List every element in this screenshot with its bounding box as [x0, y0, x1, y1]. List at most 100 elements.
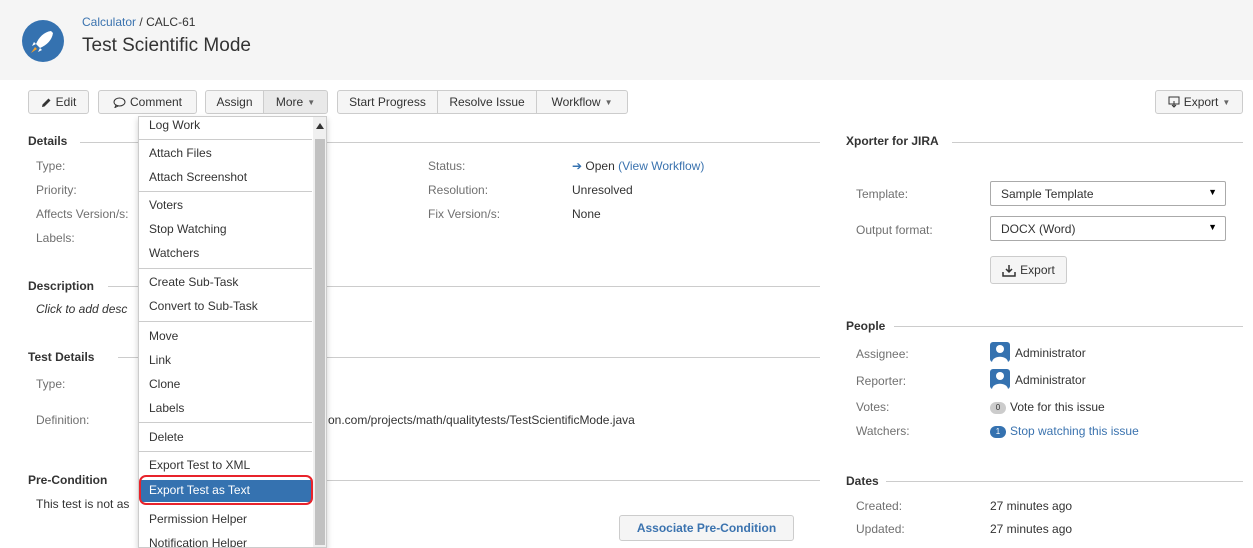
menu-item-attach-screenshot[interactable]: Attach Screenshot — [149, 170, 247, 184]
view-workflow-link[interactable]: (View Workflow) — [618, 159, 704, 173]
output-format-value: DOCX (Word) — [1001, 221, 1076, 236]
menu-separator — [139, 268, 312, 269]
menu-item-link[interactable]: Link — [149, 353, 171, 367]
updated-label: Updated: — [856, 522, 905, 536]
people-divider — [894, 326, 1243, 327]
user-avatar-icon — [992, 345, 1008, 362]
download-icon — [1002, 264, 1016, 277]
breadcrumb-issue-key[interactable]: CALC-61 — [146, 15, 195, 29]
dropdown-arrow-icon: ▼ — [1208, 187, 1217, 197]
menu-item-stop-watching[interactable]: Stop Watching — [149, 222, 227, 236]
rocket-icon — [31, 31, 53, 53]
assignee-label: Assignee: — [856, 347, 909, 361]
updated-value: 27 minutes ago — [990, 522, 1073, 536]
more-button[interactable]: More ▼ — [263, 90, 328, 114]
output-format-select[interactable]: DOCX (Word) ▼ — [990, 216, 1226, 241]
menu-item-clone[interactable]: Clone — [149, 377, 180, 391]
edit-label: Edit — [55, 95, 77, 109]
user-avatar-icon — [992, 372, 1008, 389]
watchers-count-badge: 1 — [990, 425, 1006, 438]
menu-item-delete[interactable]: Delete — [149, 430, 184, 444]
assign-button[interactable]: Assign — [205, 90, 264, 114]
assignee-value[interactable]: Administrator — [1015, 346, 1086, 360]
status-arrow-icon: ➔ — [572, 159, 583, 173]
menu-item-permission-helper[interactable]: Permission Helper — [149, 512, 247, 526]
page-title[interactable]: Test Scientific Mode — [82, 35, 251, 57]
resolve-issue-label: Resolve Issue — [449, 95, 525, 109]
votes-label: Votes: — [856, 400, 890, 414]
breadcrumb-separator: / — [139, 15, 143, 29]
assign-label: Assign — [216, 95, 253, 109]
edit-button[interactable]: Edit — [28, 90, 89, 114]
pencil-icon — [41, 98, 51, 107]
resolution-label: Resolution: — [428, 183, 489, 197]
dates-divider — [886, 481, 1243, 482]
reporter-label: Reporter: — [856, 374, 907, 388]
menu-item-log-work[interactable]: Log Work — [149, 118, 200, 132]
labels-label: Labels: — [36, 231, 75, 245]
description-heading: Description — [28, 279, 95, 293]
issue-header: Calculator / CALC-61 Test Scientific Mod… — [0, 0, 1253, 80]
export-icon — [1168, 96, 1180, 108]
fix-version-value: None — [572, 207, 601, 221]
test-type-label: Type: — [36, 377, 66, 391]
more-label: More — [275, 95, 304, 109]
status-value: ➔ Open (View Workflow) — [572, 159, 704, 173]
menu-item-labels[interactable]: Labels — [149, 401, 184, 415]
menu-item-export-test-xml[interactable]: Export Test to XML — [149, 458, 250, 472]
votes-count-badge: 0 — [990, 401, 1006, 414]
menu-separator — [139, 422, 312, 423]
precondition-heading: Pre-Condition — [28, 473, 108, 487]
priority-label: Priority: — [36, 183, 77, 197]
start-progress-label: Start Progress — [349, 95, 426, 109]
vote-link[interactable]: Vote for this issue — [1010, 400, 1105, 414]
menu-item-notification-helper[interactable]: Notification Helper — [149, 536, 247, 547]
xporter-export-button[interactable]: Export — [990, 256, 1067, 284]
resolve-issue-button[interactable]: Resolve Issue — [437, 90, 537, 114]
breadcrumb: Calculator / CALC-61 — [82, 15, 195, 29]
menu-item-move[interactable]: Move — [149, 329, 178, 343]
menu-item-attach-files[interactable]: Attach Files — [149, 146, 212, 160]
type-label: Type: — [36, 159, 66, 173]
menu-item-voters[interactable]: Voters — [149, 198, 183, 212]
menu-separator — [139, 321, 312, 322]
description-placeholder[interactable]: Click to add desc — [36, 302, 127, 316]
menu-item-create-subtask[interactable]: Create Sub-Task — [149, 275, 238, 289]
created-label: Created: — [856, 499, 903, 513]
associate-precondition-button[interactable]: Associate Pre-Condition — [619, 515, 794, 541]
menu-item-watchers[interactable]: Watchers — [149, 246, 199, 260]
project-avatar[interactable] — [22, 20, 64, 62]
test-details-heading: Test Details — [28, 350, 95, 364]
template-select[interactable]: Sample Template ▼ — [990, 181, 1226, 206]
chevron-down-icon: ▼ — [1222, 97, 1231, 107]
menu-item-convert-to-subtask[interactable]: Convert to Sub-Task — [149, 299, 258, 313]
menu-scrollbar[interactable] — [313, 117, 326, 547]
comment-button[interactable]: Comment — [98, 90, 197, 114]
menu-separator — [139, 451, 312, 452]
scroll-up-arrow-icon[interactable] — [316, 123, 324, 129]
export-button[interactable]: Export ▼ — [1155, 90, 1243, 114]
reporter-avatar — [990, 369, 1010, 389]
menu-separator — [139, 139, 312, 140]
speech-bubble-icon — [113, 97, 126, 108]
workflow-button[interactable]: Workflow ▼ — [536, 90, 628, 114]
status-text: Open — [585, 159, 615, 173]
precondition-text: This test is not as — [36, 497, 130, 511]
template-value: Sample Template — [1001, 186, 1094, 201]
created-value: 27 minutes ago — [990, 499, 1073, 513]
assignee-avatar — [990, 342, 1010, 362]
highlight-annotation-ring — [139, 475, 313, 505]
fix-version-label: Fix Version/s: — [428, 207, 501, 221]
details-heading: Details — [28, 134, 68, 148]
reporter-value[interactable]: Administrator — [1015, 373, 1086, 387]
comment-label: Comment — [129, 95, 182, 109]
stop-watching-link[interactable]: Stop watching this issue — [1010, 424, 1139, 438]
watchers-label: Watchers: — [856, 424, 910, 438]
people-heading: People — [846, 319, 886, 333]
menu-scrollbar-thumb[interactable] — [315, 139, 325, 545]
menu-separator — [139, 191, 312, 192]
votes-value: 0 Vote for this issue — [990, 400, 1105, 414]
start-progress-button[interactable]: Start Progress — [337, 90, 438, 114]
breadcrumb-project-link[interactable]: Calculator — [82, 15, 136, 29]
output-format-label: Output format: — [856, 223, 933, 237]
